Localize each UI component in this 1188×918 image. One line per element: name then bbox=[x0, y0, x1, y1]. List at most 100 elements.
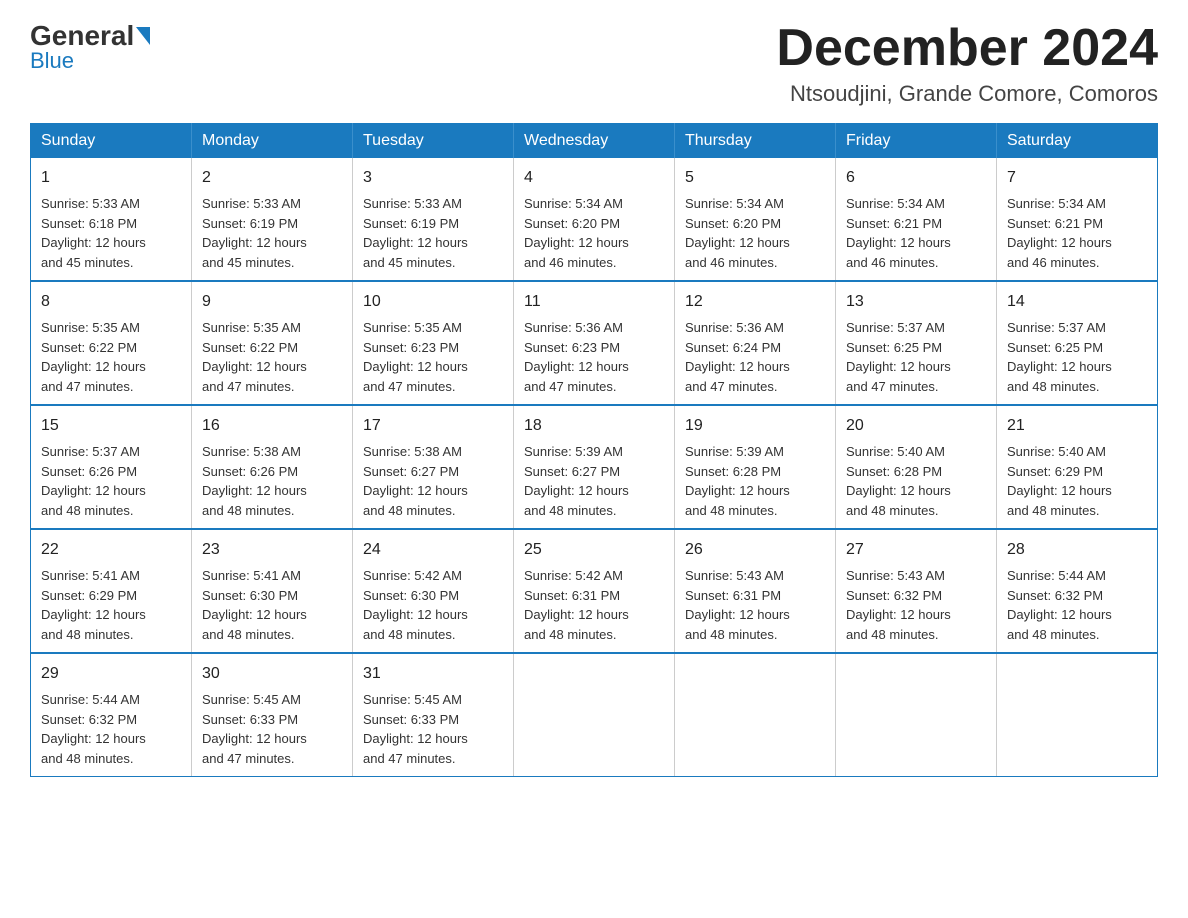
day-info: Sunrise: 5:33 AMSunset: 6:19 PMDaylight:… bbox=[202, 194, 342, 272]
calendar-cell: 24 Sunrise: 5:42 AMSunset: 6:30 PMDayligh… bbox=[353, 529, 514, 653]
calendar-cell: 8 Sunrise: 5:35 AMSunset: 6:22 PMDaylight… bbox=[31, 281, 192, 405]
calendar-cell: 4 Sunrise: 5:34 AMSunset: 6:20 PMDaylight… bbox=[514, 158, 675, 281]
title-section: December 2024 Ntsoudjini, Grande Comore,… bbox=[776, 20, 1158, 107]
header-wednesday: Wednesday bbox=[514, 124, 675, 159]
day-info: Sunrise: 5:35 AMSunset: 6:22 PMDaylight:… bbox=[41, 318, 181, 396]
day-info: Sunrise: 5:43 AMSunset: 6:32 PMDaylight:… bbox=[846, 566, 986, 644]
day-info: Sunrise: 5:33 AMSunset: 6:19 PMDaylight:… bbox=[363, 194, 503, 272]
calendar-cell: 31Sunrise: 5:45 AMSunset: 6:33 PMDayligh… bbox=[353, 653, 514, 777]
day-info: Sunrise: 5:45 AMSunset: 6:33 PMDaylight:… bbox=[363, 690, 503, 768]
day-number: 18 bbox=[524, 414, 664, 438]
calendar-cell: 5 Sunrise: 5:34 AMSunset: 6:20 PMDaylight… bbox=[675, 158, 836, 281]
calendar-cell: 1 Sunrise: 5:33 AMSunset: 6:18 PMDaylight… bbox=[31, 158, 192, 281]
day-number: 13 bbox=[846, 290, 986, 314]
calendar-header-row: SundayMondayTuesdayWednesdayThursdayFrid… bbox=[31, 124, 1158, 159]
day-info: Sunrise: 5:36 AMSunset: 6:23 PMDaylight:… bbox=[524, 318, 664, 396]
calendar-cell: 16Sunrise: 5:38 AMSunset: 6:26 PMDayligh… bbox=[192, 405, 353, 529]
day-number: 30 bbox=[202, 662, 342, 686]
header-sunday: Sunday bbox=[31, 124, 192, 159]
header-thursday: Thursday bbox=[675, 124, 836, 159]
header-friday: Friday bbox=[836, 124, 997, 159]
calendar-cell: 17 Sunrise: 5:38 AMSunset: 6:27 PMDayligh… bbox=[353, 405, 514, 529]
location-subtitle: Ntsoudjini, Grande Comore, Comoros bbox=[776, 81, 1158, 107]
calendar-cell: 15 Sunrise: 5:37 AMSunset: 6:26 PMDayligh… bbox=[31, 405, 192, 529]
day-number: 15 bbox=[41, 414, 181, 438]
day-info: Sunrise: 5:43 AMSunset: 6:31 PMDaylight:… bbox=[685, 566, 825, 644]
day-info: Sunrise: 5:37 AMSunset: 6:25 PMDaylight:… bbox=[846, 318, 986, 396]
day-number: 29 bbox=[41, 662, 181, 686]
page-header: General Blue December 2024 Ntsoudjini, G… bbox=[30, 20, 1158, 107]
day-number: 5 bbox=[685, 166, 825, 190]
day-info: Sunrise: 5:37 AMSunset: 6:26 PMDaylight:… bbox=[41, 442, 181, 520]
day-number: 11 bbox=[524, 290, 664, 314]
day-number: 16 bbox=[202, 414, 342, 438]
day-number: 12 bbox=[685, 290, 825, 314]
day-number: 28 bbox=[1007, 538, 1147, 562]
day-number: 8 bbox=[41, 290, 181, 314]
calendar-table: SundayMondayTuesdayWednesdayThursdayFrid… bbox=[30, 123, 1158, 777]
day-info: Sunrise: 5:44 AMSunset: 6:32 PMDaylight:… bbox=[41, 690, 181, 768]
day-info: Sunrise: 5:34 AMSunset: 6:20 PMDaylight:… bbox=[685, 194, 825, 272]
day-info: Sunrise: 5:42 AMSunset: 6:31 PMDaylight:… bbox=[524, 566, 664, 644]
day-number: 2 bbox=[202, 166, 342, 190]
calendar-cell: 23 Sunrise: 5:41 AMSunset: 6:30 PMDayligh… bbox=[192, 529, 353, 653]
calendar-cell bbox=[514, 653, 675, 777]
calendar-cell: 26Sunrise: 5:43 AMSunset: 6:31 PMDayligh… bbox=[675, 529, 836, 653]
calendar-cell bbox=[675, 653, 836, 777]
day-info: Sunrise: 5:38 AMSunset: 6:27 PMDaylight:… bbox=[363, 442, 503, 520]
day-number: 14 bbox=[1007, 290, 1147, 314]
day-number: 9 bbox=[202, 290, 342, 314]
day-info: Sunrise: 5:34 AMSunset: 6:20 PMDaylight:… bbox=[524, 194, 664, 272]
day-number: 17 bbox=[363, 414, 503, 438]
day-number: 7 bbox=[1007, 166, 1147, 190]
week-row-4: 22Sunrise: 5:41 AMSunset: 6:29 PMDayligh… bbox=[31, 529, 1158, 653]
day-info: Sunrise: 5:39 AMSunset: 6:27 PMDaylight:… bbox=[524, 442, 664, 520]
calendar-cell: 10 Sunrise: 5:35 AMSunset: 6:23 PMDayligh… bbox=[353, 281, 514, 405]
calendar-cell: 13 Sunrise: 5:37 AMSunset: 6:25 PMDayligh… bbox=[836, 281, 997, 405]
day-info: Sunrise: 5:35 AMSunset: 6:22 PMDaylight:… bbox=[202, 318, 342, 396]
logo-blue: Blue bbox=[30, 48, 74, 74]
day-number: 19 bbox=[685, 414, 825, 438]
day-info: Sunrise: 5:40 AMSunset: 6:29 PMDaylight:… bbox=[1007, 442, 1147, 520]
calendar-cell: 19Sunrise: 5:39 AMSunset: 6:28 PMDayligh… bbox=[675, 405, 836, 529]
logo: General Blue bbox=[30, 20, 152, 74]
header-saturday: Saturday bbox=[997, 124, 1158, 159]
day-number: 21 bbox=[1007, 414, 1147, 438]
day-info: Sunrise: 5:35 AMSunset: 6:23 PMDaylight:… bbox=[363, 318, 503, 396]
calendar-cell: 18 Sunrise: 5:39 AMSunset: 6:27 PMDayligh… bbox=[514, 405, 675, 529]
day-info: Sunrise: 5:33 AMSunset: 6:18 PMDaylight:… bbox=[41, 194, 181, 272]
day-info: Sunrise: 5:34 AMSunset: 6:21 PMDaylight:… bbox=[1007, 194, 1147, 272]
day-number: 25 bbox=[524, 538, 664, 562]
day-info: Sunrise: 5:40 AMSunset: 6:28 PMDaylight:… bbox=[846, 442, 986, 520]
day-number: 3 bbox=[363, 166, 503, 190]
day-info: Sunrise: 5:36 AMSunset: 6:24 PMDaylight:… bbox=[685, 318, 825, 396]
day-info: Sunrise: 5:44 AMSunset: 6:32 PMDaylight:… bbox=[1007, 566, 1147, 644]
calendar-cell: 14 Sunrise: 5:37 AMSunset: 6:25 PMDayligh… bbox=[997, 281, 1158, 405]
calendar-cell: 22Sunrise: 5:41 AMSunset: 6:29 PMDayligh… bbox=[31, 529, 192, 653]
calendar-cell: 7 Sunrise: 5:34 AMSunset: 6:21 PMDaylight… bbox=[997, 158, 1158, 281]
calendar-cell: 28 Sunrise: 5:44 AMSunset: 6:32 PMDayligh… bbox=[997, 529, 1158, 653]
calendar-cell: 25 Sunrise: 5:42 AMSunset: 6:31 PMDayligh… bbox=[514, 529, 675, 653]
calendar-cell: 27Sunrise: 5:43 AMSunset: 6:32 PMDayligh… bbox=[836, 529, 997, 653]
calendar-cell: 21 Sunrise: 5:40 AMSunset: 6:29 PMDayligh… bbox=[997, 405, 1158, 529]
day-info: Sunrise: 5:42 AMSunset: 6:30 PMDaylight:… bbox=[363, 566, 503, 644]
day-number: 10 bbox=[363, 290, 503, 314]
day-info: Sunrise: 5:41 AMSunset: 6:29 PMDaylight:… bbox=[41, 566, 181, 644]
calendar-cell bbox=[836, 653, 997, 777]
week-row-2: 8 Sunrise: 5:35 AMSunset: 6:22 PMDaylight… bbox=[31, 281, 1158, 405]
day-info: Sunrise: 5:34 AMSunset: 6:21 PMDaylight:… bbox=[846, 194, 986, 272]
day-info: Sunrise: 5:37 AMSunset: 6:25 PMDaylight:… bbox=[1007, 318, 1147, 396]
day-info: Sunrise: 5:41 AMSunset: 6:30 PMDaylight:… bbox=[202, 566, 342, 644]
calendar-cell: 20 Sunrise: 5:40 AMSunset: 6:28 PMDayligh… bbox=[836, 405, 997, 529]
day-number: 4 bbox=[524, 166, 664, 190]
day-number: 1 bbox=[41, 166, 181, 190]
day-number: 24 bbox=[363, 538, 503, 562]
day-number: 20 bbox=[846, 414, 986, 438]
week-row-3: 15 Sunrise: 5:37 AMSunset: 6:26 PMDayligh… bbox=[31, 405, 1158, 529]
calendar-cell: 6 Sunrise: 5:34 AMSunset: 6:21 PMDaylight… bbox=[836, 158, 997, 281]
day-number: 6 bbox=[846, 166, 986, 190]
day-number: 23 bbox=[202, 538, 342, 562]
logo-triangle-icon bbox=[136, 27, 150, 45]
week-row-5: 29 Sunrise: 5:44 AMSunset: 6:32 PMDayligh… bbox=[31, 653, 1158, 777]
calendar-cell: 11 Sunrise: 5:36 AMSunset: 6:23 PMDayligh… bbox=[514, 281, 675, 405]
